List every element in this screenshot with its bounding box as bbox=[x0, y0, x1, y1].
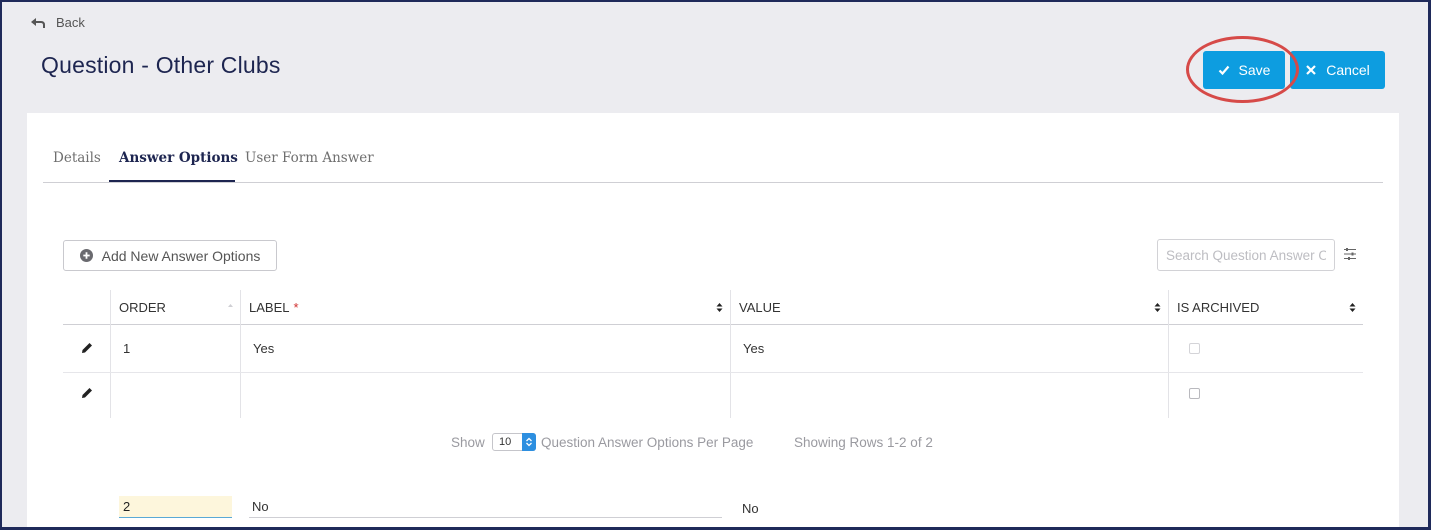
archived-checkbox[interactable] bbox=[1189, 388, 1200, 399]
pencil-icon[interactable] bbox=[81, 342, 93, 354]
save-button[interactable]: Save bbox=[1203, 51, 1285, 89]
active-tab-indicator bbox=[109, 180, 235, 182]
order-input[interactable] bbox=[119, 496, 232, 518]
cell-order: 1 bbox=[123, 341, 131, 356]
column-header-order-label: ORDER bbox=[119, 299, 166, 315]
pager-show-label: Show bbox=[451, 435, 485, 450]
column-header-label-text: LABEL bbox=[249, 299, 290, 315]
rows-summary: Showing Rows 1-2 of 2 bbox=[794, 435, 933, 450]
cancel-button[interactable]: Cancel bbox=[1290, 51, 1385, 89]
pencil-icon[interactable] bbox=[81, 387, 93, 399]
sort-icon bbox=[716, 303, 723, 312]
tab-user-form-answer[interactable]: User Form Answer bbox=[245, 150, 374, 166]
search-input[interactable] bbox=[1157, 239, 1335, 271]
column-header-value-label: VALUE bbox=[739, 299, 781, 315]
cell-value: Yes bbox=[743, 341, 765, 356]
content-card: Details Answer Options User Form Answer … bbox=[27, 113, 1399, 527]
add-answer-option-button[interactable]: Add New Answer Options bbox=[63, 240, 277, 271]
column-header-order[interactable]: ORDER bbox=[111, 290, 240, 324]
per-page-label: Question Answer Options Per Page bbox=[541, 435, 754, 450]
plus-circle-icon bbox=[79, 249, 93, 262]
spinner-icon bbox=[522, 433, 536, 451]
sort-icon bbox=[1349, 303, 1356, 312]
back-label: Back bbox=[56, 15, 85, 30]
column-header-label[interactable]: LABEL * bbox=[241, 290, 730, 324]
column-header-is-archived-label: IS ARCHIVED bbox=[1177, 299, 1260, 315]
tab-details[interactable]: Details bbox=[53, 150, 101, 166]
cell-value: No bbox=[742, 501, 759, 516]
required-marker: * bbox=[293, 299, 299, 315]
tab-answer-options[interactable]: Answer Options bbox=[119, 150, 238, 166]
archived-checkbox[interactable] bbox=[1189, 343, 1200, 354]
sort-asc-icon bbox=[228, 304, 233, 307]
check-icon bbox=[1218, 65, 1229, 76]
table-row: 1 Yes Yes bbox=[63, 325, 1363, 373]
tab-bar: Details Answer Options User Form Answer bbox=[43, 113, 1383, 183]
cancel-label: Cancel bbox=[1326, 62, 1370, 78]
back-arrow-icon bbox=[31, 17, 45, 28]
label-input[interactable] bbox=[249, 496, 722, 518]
per-page-value: 10 bbox=[499, 436, 512, 448]
table-row-editing bbox=[63, 372, 1363, 418]
close-icon bbox=[1306, 65, 1316, 75]
per-page-select[interactable]: 10 bbox=[492, 433, 536, 451]
column-header-is-archived[interactable]: IS ARCHIVED bbox=[1169, 290, 1363, 324]
page-title: Question - Other Clubs bbox=[41, 52, 281, 78]
add-answer-option-label: Add New Answer Options bbox=[101, 247, 261, 264]
sort-icon bbox=[1154, 303, 1161, 312]
column-header-value[interactable]: VALUE bbox=[731, 290, 1168, 324]
sliders-icon[interactable] bbox=[1344, 247, 1356, 261]
save-label: Save bbox=[1238, 62, 1271, 78]
back-link[interactable]: Back bbox=[30, 15, 85, 30]
cell-label: Yes bbox=[253, 341, 275, 356]
app-frame: Back Question - Other Clubs Save Cancel … bbox=[2, 2, 1428, 527]
